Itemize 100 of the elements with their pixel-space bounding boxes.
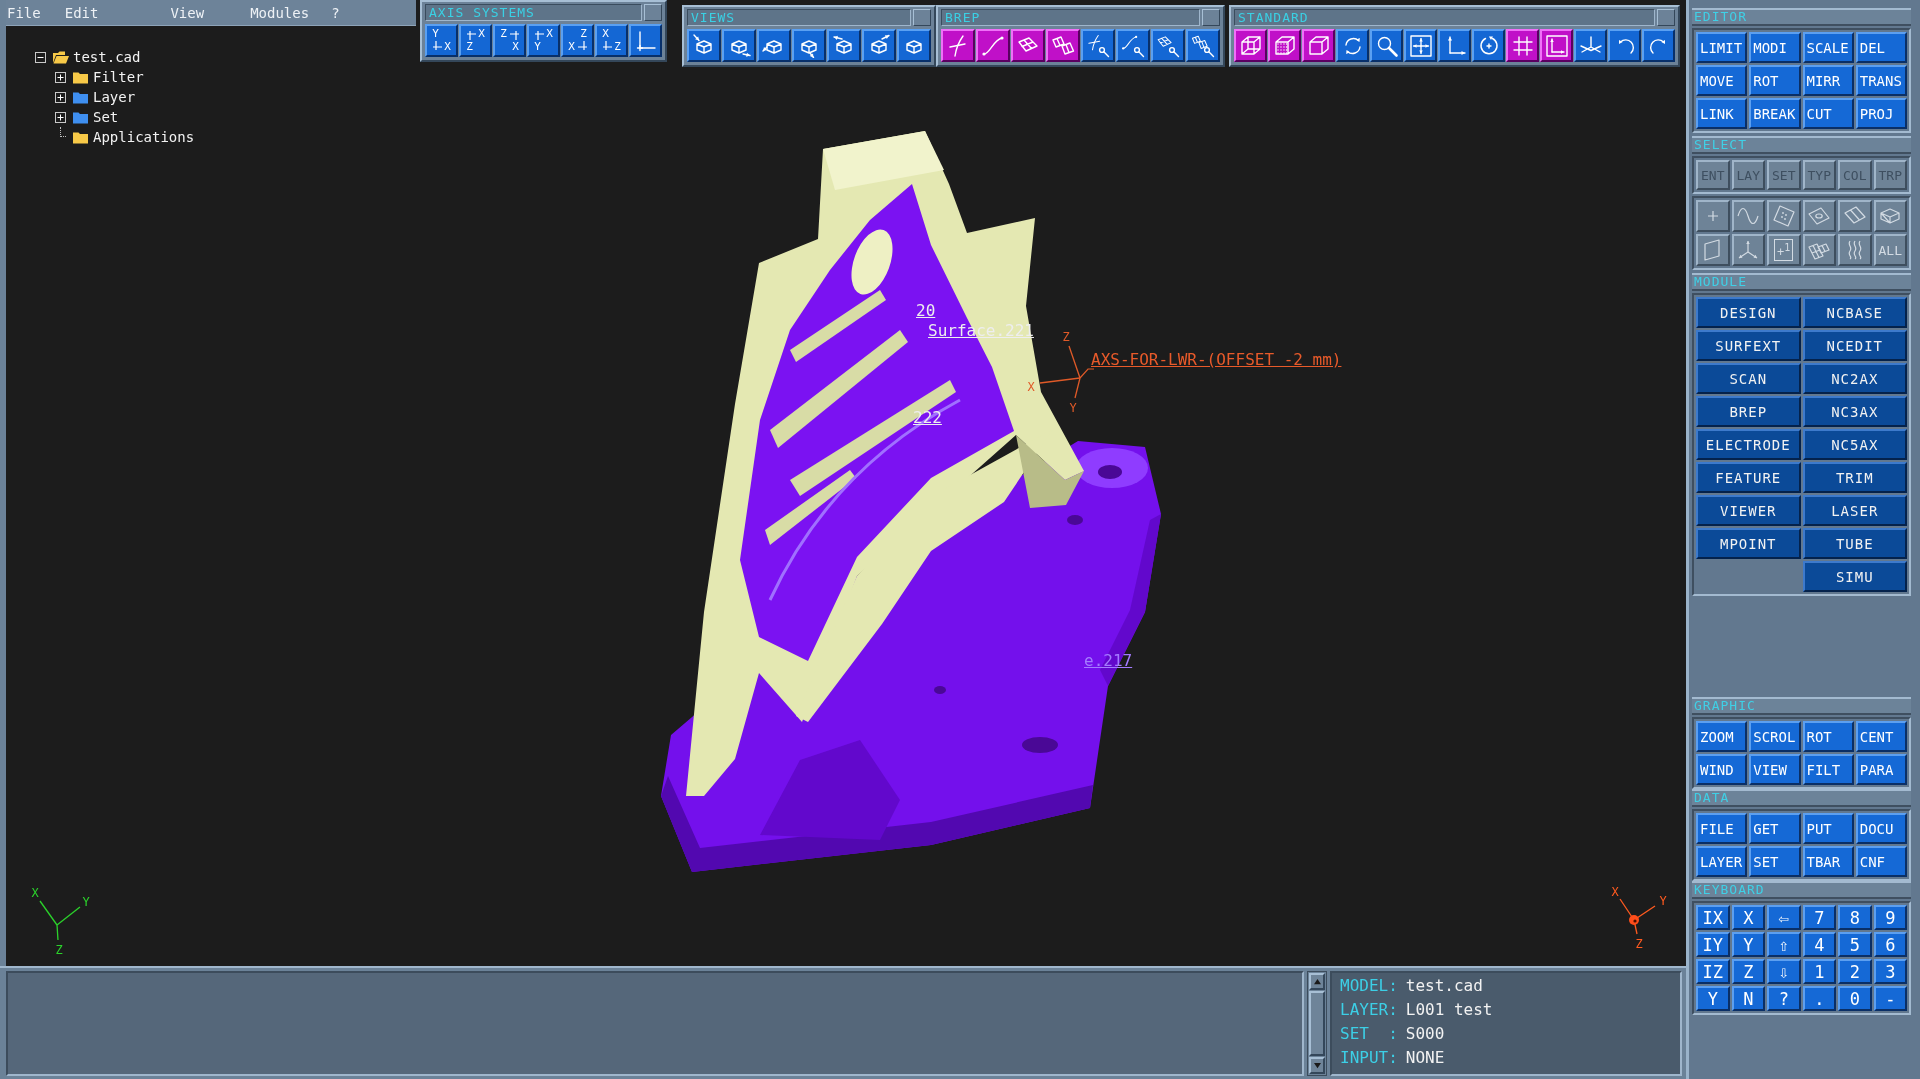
keypad-key[interactable]: IZ xyxy=(1696,959,1730,984)
scrollbar-thumb[interactable] xyxy=(1309,991,1325,1056)
command-button[interactable]: FILE xyxy=(1696,813,1748,844)
keypad-key[interactable]: 6 xyxy=(1873,932,1907,957)
view-button[interactable] xyxy=(827,29,861,62)
module-button[interactable]: BREP xyxy=(1696,396,1801,427)
command-button[interactable]: LAYER xyxy=(1696,846,1748,877)
plane-axes-button[interactable] xyxy=(1574,29,1607,62)
view-button[interactable] xyxy=(792,29,826,62)
surface-edit-button[interactable] xyxy=(1186,29,1220,62)
spline-edit-button[interactable] xyxy=(1116,29,1150,62)
toolbar-box-button[interactable] xyxy=(913,9,931,26)
axis-system-button[interactable]: Z X xyxy=(493,24,526,57)
command-button[interactable]: VIEW xyxy=(1749,754,1801,785)
command-button[interactable]: SET xyxy=(1749,846,1801,877)
toolbar-box-button[interactable] xyxy=(1202,9,1220,26)
keypad-key[interactable]: 4 xyxy=(1802,932,1836,957)
keypad-key[interactable]: . xyxy=(1802,986,1836,1011)
keypad-key[interactable]: 9 xyxy=(1873,905,1907,930)
keypad-key[interactable]: 8 xyxy=(1838,905,1872,930)
undo-button[interactable] xyxy=(1608,29,1641,62)
module-button[interactable]: FEATURE xyxy=(1696,462,1801,493)
toolbar-box-button[interactable] xyxy=(644,4,662,21)
tree-item[interactable]: test.cad xyxy=(73,48,141,66)
module-button[interactable]: NC5AX xyxy=(1802,429,1907,460)
surface-button[interactable] xyxy=(1011,29,1045,62)
keypad-key[interactable]: 7 xyxy=(1802,905,1836,930)
axis-system-button[interactable]: Y X xyxy=(425,24,458,57)
module-button[interactable]: NC3AX xyxy=(1802,396,1907,427)
module-button[interactable]: VIEWER xyxy=(1696,495,1801,526)
tree-item[interactable]: Applications xyxy=(93,128,195,146)
axis-system-button[interactable]: X Z xyxy=(595,24,628,57)
keypad-key[interactable]: 1 xyxy=(1802,959,1836,984)
command-button[interactable]: PROJ xyxy=(1855,98,1907,129)
keypad-key[interactable]: IY xyxy=(1696,932,1730,957)
module-button[interactable]: DESIGN xyxy=(1696,297,1801,328)
keypad-key[interactable]: ⇩ xyxy=(1767,959,1801,984)
scrollbar[interactable] xyxy=(1307,971,1327,1076)
view-button[interactable] xyxy=(897,29,931,62)
toolbar-box-button[interactable] xyxy=(1657,9,1675,26)
menu-item[interactable]: Modules xyxy=(250,3,310,22)
corner-axes-button[interactable] xyxy=(1540,29,1573,62)
module-button[interactable]: SURFEXT xyxy=(1696,330,1801,361)
keypad-key[interactable]: X xyxy=(1731,905,1765,930)
keypad-key[interactable]: ? xyxy=(1767,986,1801,1011)
view-button[interactable] xyxy=(862,29,896,62)
command-button[interactable]: SCALE xyxy=(1802,32,1854,63)
curve-button[interactable] xyxy=(941,29,975,62)
tree-item[interactable]: Set xyxy=(93,108,119,126)
expand-icon[interactable] xyxy=(55,71,66,83)
tree-item[interactable]: Filter xyxy=(93,68,144,86)
command-button[interactable]: BREAK xyxy=(1749,98,1801,129)
command-button[interactable]: TRANS xyxy=(1855,65,1907,96)
command-button[interactable]: PUT xyxy=(1802,813,1854,844)
module-button[interactable]: LASER xyxy=(1802,495,1907,526)
keypad-key[interactable]: Y xyxy=(1696,986,1730,1011)
command-button[interactable]: CENT xyxy=(1855,721,1907,752)
collapse-icon[interactable] xyxy=(35,51,46,63)
command-button[interactable]: MIRR xyxy=(1802,65,1854,96)
command-button[interactable]: ZOOM xyxy=(1696,721,1748,752)
surface-edit-button[interactable] xyxy=(1151,29,1185,62)
module-button[interactable]: MPOINT xyxy=(1696,528,1801,559)
command-button[interactable]: SCROL xyxy=(1749,721,1801,752)
surface-button[interactable] xyxy=(1046,29,1080,62)
refresh-button[interactable] xyxy=(1336,29,1369,62)
command-button[interactable]: LINK xyxy=(1696,98,1748,129)
axis-system-button[interactable]: Z X xyxy=(561,24,594,57)
tree-item[interactable]: Layer xyxy=(93,88,136,106)
wireframe-view-button[interactable] xyxy=(1234,29,1267,62)
command-button[interactable]: CNF xyxy=(1855,846,1907,877)
command-button[interactable]: ROT xyxy=(1749,65,1801,96)
menu-item[interactable]: File xyxy=(7,3,41,22)
axes-button[interactable] xyxy=(1438,29,1471,62)
module-button[interactable]: SIMU xyxy=(1802,561,1907,592)
module-button[interactable]: NC2AX xyxy=(1802,363,1907,394)
solid-view-button[interactable] xyxy=(1302,29,1335,62)
axis-system-button[interactable]: X Y xyxy=(527,24,560,57)
zoom-button[interactable] xyxy=(1370,29,1403,62)
scroll-down-button[interactable] xyxy=(1309,1057,1325,1074)
keypad-key[interactable]: ⇧ xyxy=(1767,932,1801,957)
rotate-button[interactable] xyxy=(1472,29,1505,62)
module-button[interactable]: TUBE xyxy=(1802,528,1907,559)
module-button[interactable]: SCAN xyxy=(1696,363,1801,394)
redo-button[interactable] xyxy=(1642,29,1675,62)
shaded-view-button[interactable] xyxy=(1268,29,1301,62)
command-button[interactable]: DOCU xyxy=(1855,813,1907,844)
keypad-key[interactable]: Y xyxy=(1731,932,1765,957)
command-button[interactable]: FILT xyxy=(1802,754,1854,785)
command-button[interactable]: PARA xyxy=(1855,754,1907,785)
menu-item[interactable]: Edit xyxy=(64,3,99,22)
keypad-key[interactable]: N xyxy=(1731,986,1765,1011)
command-button[interactable]: DEL xyxy=(1855,32,1907,63)
keypad-key[interactable]: IX xyxy=(1696,905,1730,930)
module-button[interactable]: ELECTRODE xyxy=(1696,429,1801,460)
module-button[interactable]: TRIM xyxy=(1802,462,1907,493)
grid-button[interactable] xyxy=(1506,29,1539,62)
scroll-up-button[interactable] xyxy=(1309,973,1325,990)
spline-button[interactable] xyxy=(976,29,1010,62)
pan-button[interactable] xyxy=(1404,29,1437,62)
module-button[interactable]: NCEDIT xyxy=(1802,330,1907,361)
